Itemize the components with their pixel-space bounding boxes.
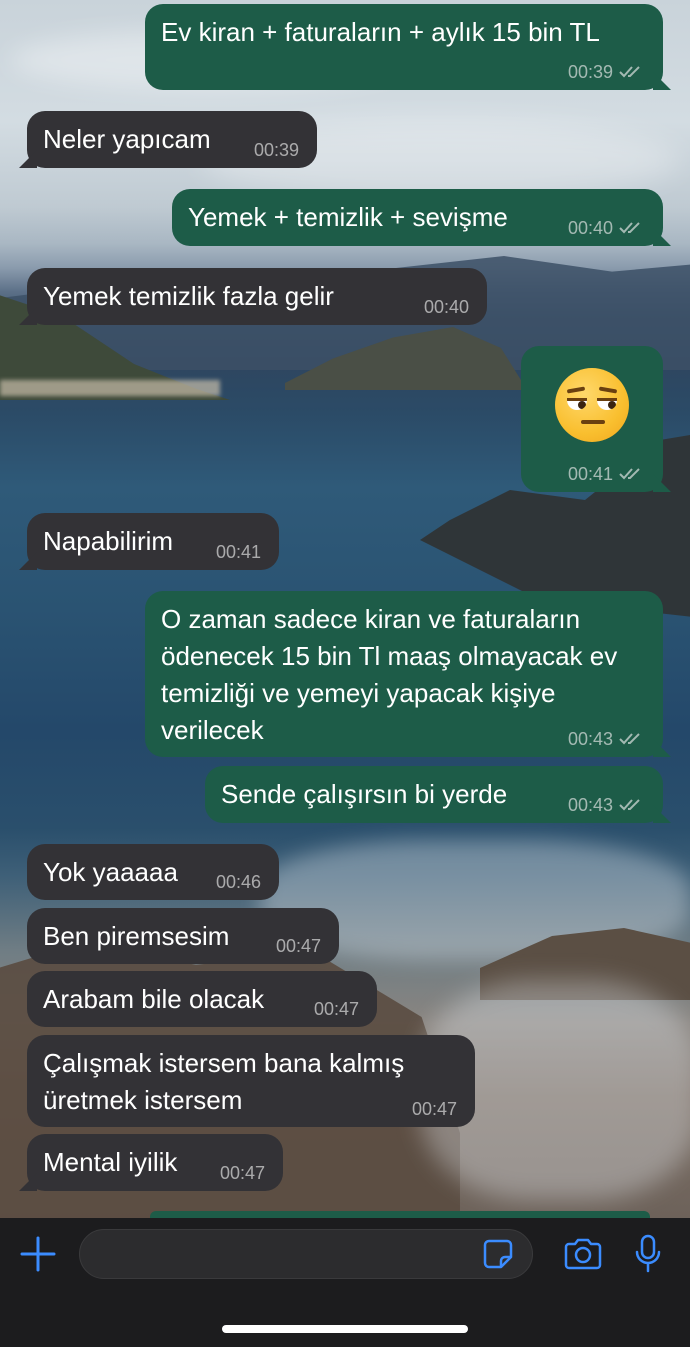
message-time: 00:46	[215, 872, 261, 892]
message-text: Yok yaaaaa	[43, 857, 178, 887]
message-text: O zaman sadece kiran ve faturaların öden…	[161, 604, 625, 745]
message-meta: 00:39	[568, 62, 645, 82]
message-time: 00:47	[219, 1163, 265, 1183]
message-bubble-incoming[interactable]: Yemek temizlik fazla gelir 00:40	[27, 268, 487, 325]
message-time: 00:39	[253, 140, 299, 160]
message-text: Yemek temizlik fazla gelir	[43, 281, 334, 311]
read-ticks-icon	[619, 66, 640, 78]
message-text: Sende çalışırsın bi yerde	[221, 779, 508, 809]
message-time: 00:43	[567, 795, 613, 815]
message-meta: 00:43	[568, 729, 645, 749]
read-ticks-icon	[619, 733, 640, 745]
message-text: Arabam bile olacak	[43, 984, 265, 1014]
message-bubble-incoming[interactable]: Ben piremsesim 00:47	[27, 908, 339, 964]
message-bubble-incoming[interactable]: Yok yaaaaa 00:46	[27, 844, 279, 900]
message-meta: 00:47	[314, 999, 359, 1019]
message-text: Çalışmak istersem bana kalmış üretmek is…	[43, 1048, 412, 1115]
message-bubble-incoming[interactable]: Çalışmak istersem bana kalmış üretmek is…	[27, 1035, 475, 1127]
message-meta: 00:39	[254, 140, 299, 160]
message-text: Napabilirim	[43, 526, 174, 556]
plus-icon[interactable]	[20, 1236, 56, 1272]
wallpaper-shore	[0, 380, 220, 396]
message-meta: 00:46	[216, 872, 261, 892]
message-text: Ben piremsesim	[43, 921, 230, 951]
message-bubble-incoming[interactable]: Napabilirim 00:41	[27, 513, 279, 570]
message-bubble-incoming[interactable]: Neler yapıcam 00:39	[27, 111, 317, 168]
message-time: 00:40	[567, 218, 613, 238]
message-time: 00:47	[275, 936, 321, 956]
camera-icon[interactable]	[563, 1237, 603, 1271]
home-indicator	[222, 1325, 468, 1333]
message-meta: 00:41	[216, 542, 261, 562]
message-bubble-incoming[interactable]: Mental iyilik 00:47	[27, 1134, 283, 1191]
message-text: Mental iyilik	[43, 1147, 178, 1177]
message-time: 00:41	[567, 464, 613, 484]
message-meta: 00:40	[424, 297, 469, 317]
microphone-icon[interactable]	[634, 1234, 662, 1274]
read-ticks-icon	[619, 468, 640, 480]
message-time: 00:47	[411, 1099, 457, 1119]
message-meta: 00:41	[568, 464, 645, 484]
sticker-icon[interactable]	[482, 1238, 514, 1270]
message-time: 00:47	[313, 999, 359, 1019]
message-time: 00:39	[567, 62, 613, 82]
message-bubble-incoming[interactable]: Arabam bile olacak 00:47	[27, 971, 377, 1027]
message-meta: 00:40	[568, 218, 645, 238]
message-bubble-outgoing[interactable]: O zaman sadece kiran ve faturaların öden…	[145, 591, 663, 757]
message-meta: 00:47	[276, 936, 321, 956]
message-bubble-outgoing[interactable]: Sende çalışırsın bi yerde 00:43	[205, 766, 663, 823]
message-time: 00:41	[215, 542, 261, 562]
read-ticks-icon	[619, 222, 640, 234]
message-time: 00:43	[567, 729, 613, 749]
message-text: Ev kiran + faturaların + aylık 15 bin TL	[161, 17, 600, 47]
read-ticks-icon	[619, 799, 640, 811]
message-text: Neler yapıcam	[43, 124, 211, 154]
message-bubble-outgoing[interactable]: Yemek + temizlik + sevişme 00:40	[172, 189, 663, 246]
message-meta: 00:43	[568, 795, 645, 815]
unamused-face-emoji-icon	[555, 368, 629, 442]
message-text: Yemek + temizlik + sevişme	[188, 202, 508, 232]
message-meta: 00:47	[412, 1099, 457, 1119]
message-bubble-outgoing[interactable]: Ev kiran + faturaların + aylık 15 bin TL…	[145, 4, 663, 90]
message-meta: 00:47	[220, 1163, 265, 1183]
message-bubble-outgoing[interactable]: 00:41	[521, 346, 663, 492]
message-time: 00:40	[423, 297, 469, 317]
message-input-field[interactable]	[79, 1229, 533, 1279]
